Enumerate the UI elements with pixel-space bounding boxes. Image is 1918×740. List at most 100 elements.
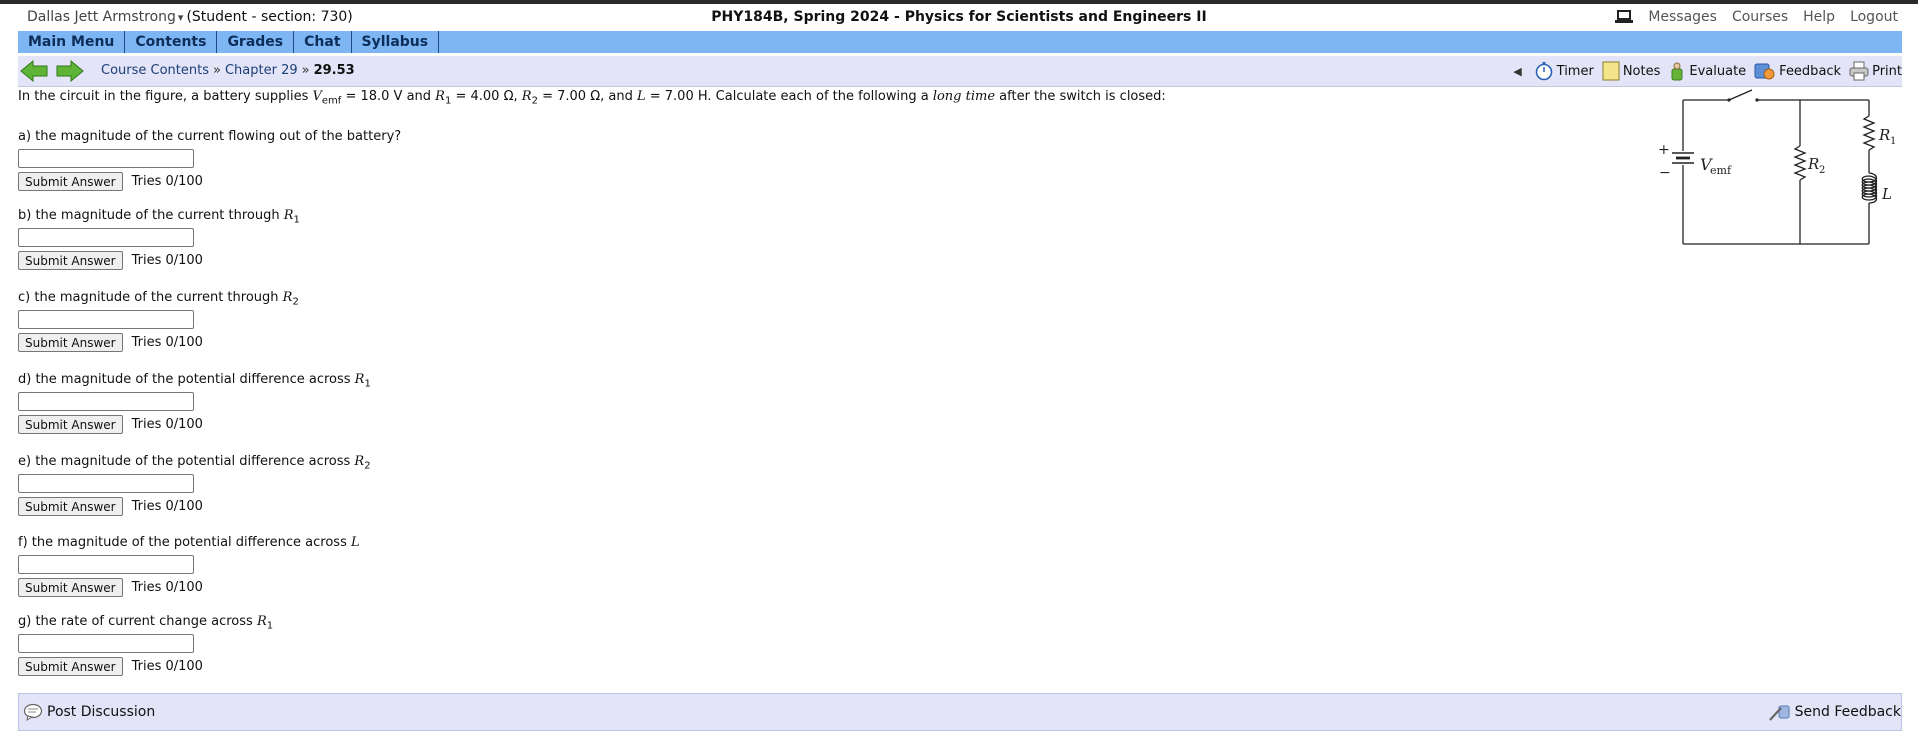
answer-input-e[interactable] bbox=[18, 474, 194, 493]
question-var: R bbox=[354, 454, 365, 469]
submit-row: Submit Answer Tries 0/100 bbox=[18, 251, 300, 270]
breadcrumb-separator: » bbox=[213, 63, 221, 78]
breadcrumb-chapter[interactable]: Chapter 29 bbox=[225, 63, 298, 78]
user-name[interactable]: Dallas Jett Armstrong bbox=[27, 9, 176, 25]
submit-row: Submit Answer Tries 0/100 bbox=[18, 172, 401, 191]
page-arrows bbox=[20, 60, 84, 82]
submit-answer-button-c[interactable]: Submit Answer bbox=[18, 333, 123, 352]
header-bar: Dallas Jett Armstrong ▾ (Student - section… bbox=[0, 4, 1918, 30]
logout-link[interactable]: Logout bbox=[1850, 9, 1898, 25]
user-role: (Student - section: 730) bbox=[186, 9, 353, 25]
courses-link[interactable]: Courses bbox=[1732, 9, 1788, 25]
evaluate-button[interactable]: Evaluate bbox=[1668, 61, 1746, 81]
question-sub: 2 bbox=[292, 296, 299, 308]
question-e: e) the magnitude of the potential differ… bbox=[18, 453, 371, 516]
switch-contact bbox=[1755, 98, 1759, 102]
notes-label: Notes bbox=[1622, 63, 1661, 79]
var-r: R bbox=[435, 89, 445, 104]
nav-chat[interactable]: Chat bbox=[294, 31, 352, 53]
submit-row: Submit Answer Tries 0/100 bbox=[18, 415, 371, 434]
main-nav: Main Menu Contents Grades Chat Syllabus bbox=[18, 31, 1902, 53]
breadcrumb-course-contents[interactable]: Course Contents bbox=[101, 63, 209, 78]
breadcrumb: Course Contents» Chapter 29» 29.53 bbox=[101, 63, 355, 78]
var-r: R bbox=[521, 89, 532, 104]
messages-link[interactable]: Messages bbox=[1648, 9, 1717, 25]
tries-count: Tries 0/100 bbox=[131, 253, 203, 268]
answer-input-b[interactable] bbox=[18, 228, 194, 247]
answer-input-g[interactable] bbox=[18, 634, 194, 653]
submit-answer-button-b[interactable]: Submit Answer bbox=[18, 251, 123, 270]
evaluate-label: Evaluate bbox=[1689, 63, 1747, 79]
submit-answer-button-d[interactable]: Submit Answer bbox=[18, 415, 123, 434]
submit-answer-button-f[interactable]: Submit Answer bbox=[18, 578, 123, 597]
intro-text: = 4.00 Ω, bbox=[451, 89, 522, 104]
question-sub: 1 bbox=[266, 620, 274, 632]
timer-button[interactable]: Timer bbox=[1534, 61, 1594, 81]
question-f: f) the magnitude of the potential differ… bbox=[18, 534, 360, 597]
previous-arrow-icon[interactable] bbox=[20, 60, 48, 82]
user-links: Messages Courses Help Logout bbox=[1615, 9, 1898, 25]
question-var: L bbox=[351, 535, 360, 550]
feedback-button[interactable]: Feedback bbox=[1754, 61, 1841, 81]
tries-count: Tries 0/100 bbox=[131, 174, 203, 189]
label-r1-sub: 1 bbox=[1890, 136, 1896, 147]
tries-count: Tries 0/100 bbox=[131, 499, 203, 514]
var-v: V bbox=[312, 89, 322, 104]
switch-contact bbox=[1727, 98, 1731, 102]
submit-answer-button-a[interactable]: Submit Answer bbox=[18, 172, 123, 191]
next-arrow-icon[interactable] bbox=[56, 60, 84, 82]
nav-main-menu[interactable]: Main Menu bbox=[18, 31, 126, 53]
question-text: b) the magnitude of the current through bbox=[18, 208, 284, 223]
submit-answer-button-g[interactable]: Submit Answer bbox=[18, 657, 123, 676]
help-link[interactable]: Help bbox=[1803, 9, 1835, 25]
caret-down-icon[interactable]: ▾ bbox=[178, 11, 184, 24]
submit-answer-button-e[interactable]: Submit Answer bbox=[18, 497, 123, 516]
post-discussion-label: Post Discussion bbox=[47, 704, 156, 720]
question-text: f) the magnitude of the potential differ… bbox=[18, 535, 351, 550]
feedback-pen-icon bbox=[1768, 705, 1790, 721]
question-var: R bbox=[283, 208, 294, 223]
resistor-r2 bbox=[1793, 145, 1807, 181]
var-l: L bbox=[636, 89, 646, 104]
intro-text: = 7.00 Ω, and bbox=[537, 89, 637, 104]
question-g: g) the rate of current change across R1 … bbox=[18, 613, 273, 676]
label-r1: R bbox=[1878, 126, 1890, 144]
circuit-figure: + − V emf R 2 R 1 L bbox=[1658, 89, 1896, 245]
nav-contents[interactable]: Contents bbox=[125, 31, 218, 53]
label-emf: emf bbox=[1710, 164, 1732, 177]
question-label: g) the rate of current change across R1 bbox=[18, 613, 274, 632]
intro-text: = 7.00 H. Calculate each of the followin… bbox=[645, 89, 933, 104]
print-button[interactable]: Print bbox=[1849, 61, 1902, 81]
answer-input-d[interactable] bbox=[18, 392, 194, 411]
question-text: a) the magnitude of the current flowing … bbox=[18, 129, 402, 144]
question-sub: 1 bbox=[293, 214, 300, 226]
feedback-label: Feedback bbox=[1779, 63, 1842, 79]
question-d: d) the magnitude of the potential differ… bbox=[18, 371, 371, 434]
laptop-icon[interactable] bbox=[1615, 10, 1634, 24]
speech-bubble-icon bbox=[23, 703, 43, 721]
send-feedback-button[interactable]: Send Feedback bbox=[1768, 703, 1901, 721]
label-l: L bbox=[1881, 185, 1892, 203]
send-feedback-label: Send Feedback bbox=[1794, 704, 1901, 720]
question-sub: 1 bbox=[364, 378, 371, 390]
tries-count: Tries 0/100 bbox=[131, 580, 203, 595]
answer-input-a[interactable] bbox=[18, 149, 194, 168]
collapse-left-icon[interactable]: ◀ bbox=[1513, 65, 1521, 78]
answer-input-f[interactable] bbox=[18, 555, 194, 574]
notes-button[interactable]: Notes bbox=[1602, 61, 1661, 81]
battery-plus: + bbox=[1658, 142, 1670, 158]
question-var: R bbox=[256, 614, 267, 629]
user-menu[interactable]: Dallas Jett Armstrong ▾ (Student - section… bbox=[27, 9, 353, 25]
answer-input-c[interactable] bbox=[18, 310, 194, 329]
intro-text: = 18.0 V and bbox=[341, 89, 436, 104]
nav-syllabus[interactable]: Syllabus bbox=[352, 31, 440, 53]
question-label: e) the magnitude of the potential differ… bbox=[18, 453, 371, 472]
inductor-l bbox=[1861, 172, 1878, 204]
tries-count: Tries 0/100 bbox=[131, 417, 203, 432]
timer-label: Timer bbox=[1556, 63, 1594, 79]
print-label: Print bbox=[1872, 63, 1902, 79]
question-var: R bbox=[282, 290, 293, 305]
question-text: d) the magnitude of the potential differ… bbox=[18, 372, 355, 387]
nav-grades[interactable]: Grades bbox=[217, 31, 295, 53]
post-discussion-button[interactable]: Post Discussion bbox=[23, 703, 155, 721]
